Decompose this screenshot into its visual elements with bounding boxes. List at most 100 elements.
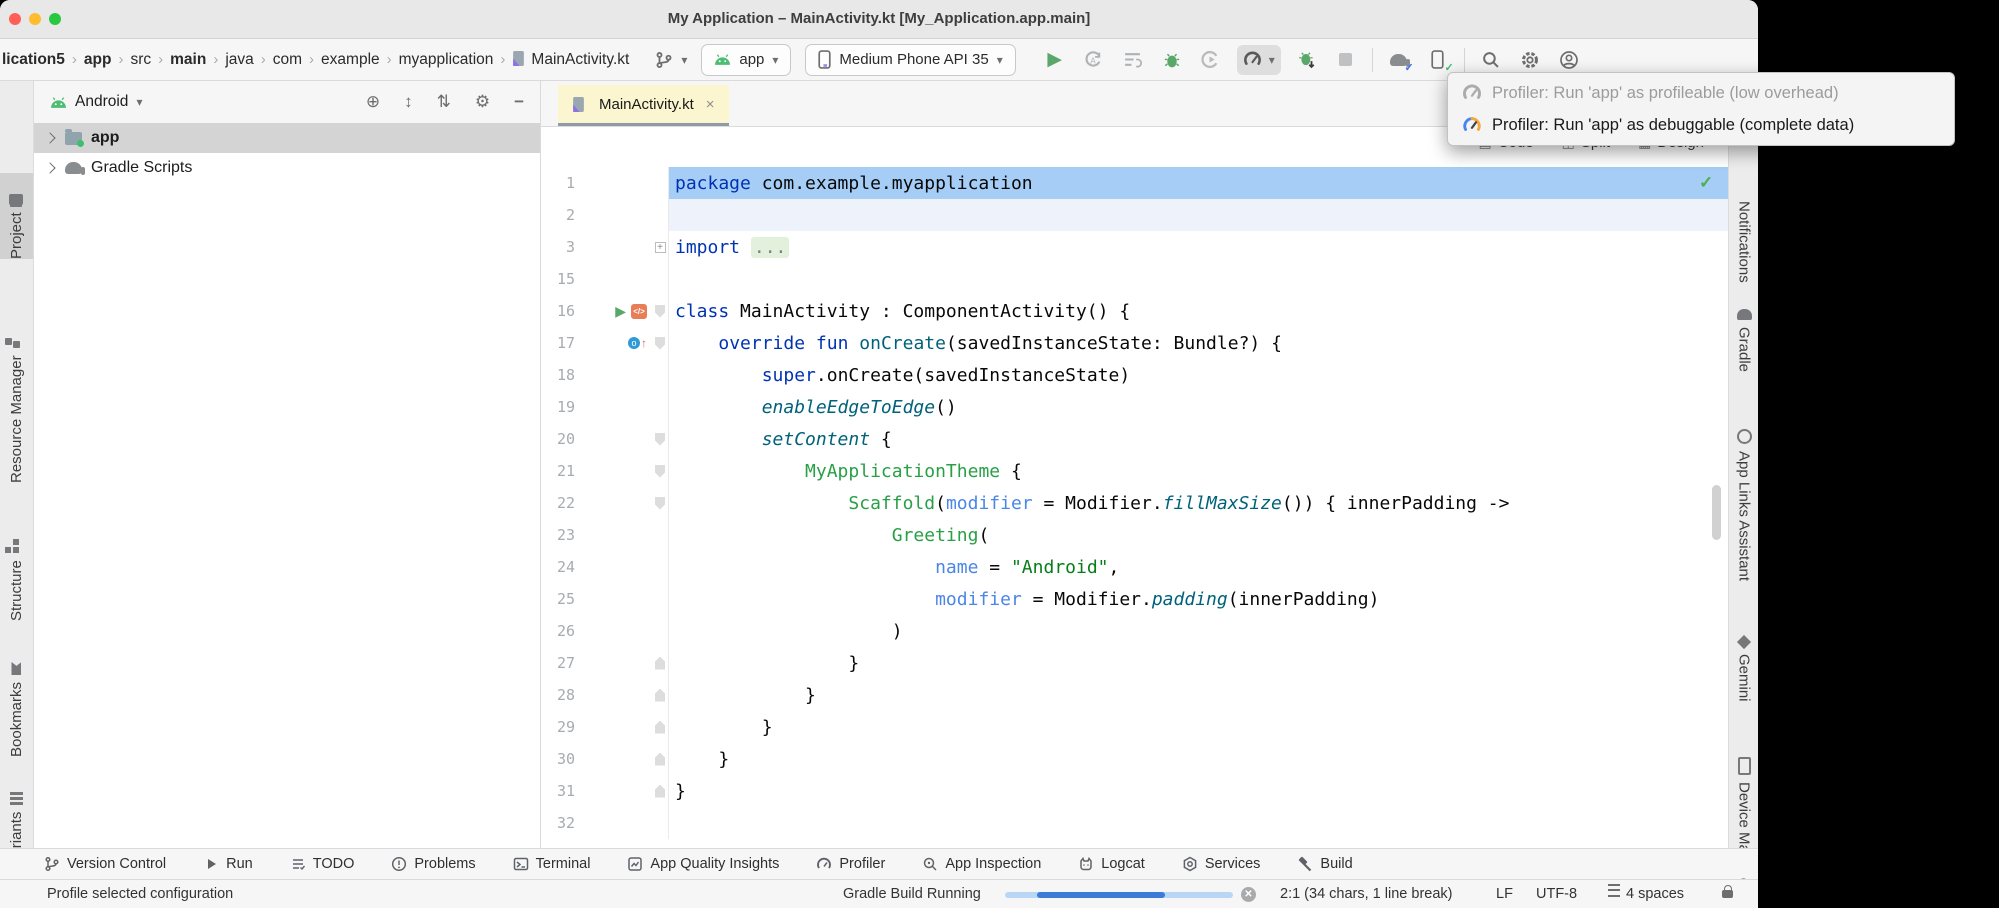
tool-window-button-app-quality-insights[interactable]: App Quality Insights <box>627 856 779 872</box>
profiler-split-button[interactable]: ▾ <box>1237 45 1281 75</box>
code-text[interactable]: Scaffold(modifier = Modifier.fillMaxSize… <box>668 487 1728 519</box>
search-icon[interactable] <box>1478 47 1504 73</box>
code-line-21[interactable]: 21 MyApplicationTheme { <box>541 455 1728 487</box>
breadcrumb-item-app[interactable]: app <box>84 51 112 69</box>
fold-expand-icon[interactable]: + <box>655 242 666 253</box>
code-text[interactable]: enableEdgeToEdge() <box>668 391 1728 423</box>
code-text[interactable]: } <box>668 775 1728 807</box>
code-line-15[interactable]: 15 <box>541 263 1728 295</box>
fold-region[interactable] <box>652 689 668 702</box>
code-text[interactable]: ) <box>668 615 1728 647</box>
fold-region[interactable]: + <box>652 242 668 253</box>
tool-window-button-problems[interactable]: Problems <box>391 856 475 872</box>
code-line-17[interactable]: 17o↑ override fun onCreate(savedInstance… <box>541 327 1728 359</box>
fold-start-icon[interactable] <box>655 305 665 318</box>
hide-icon[interactable]: − <box>514 92 524 112</box>
line-ending[interactable]: LF <box>1496 880 1513 908</box>
code-line-24[interactable]: 24 name = "Android", <box>541 551 1728 583</box>
code-line-23[interactable]: 23 Greeting( <box>541 519 1728 551</box>
code-line-29[interactable]: 29 } <box>541 711 1728 743</box>
chevron-down-icon[interactable]: ▾ <box>136 95 142 109</box>
code-text[interactable]: setContent { <box>668 423 1728 455</box>
breadcrumb-item-java[interactable]: java <box>225 51 253 69</box>
fold-region[interactable] <box>652 497 668 510</box>
sidebar-item-structure[interactable]: Structure <box>0 509 33 621</box>
code-line-16[interactable]: 16▶</>class MainActivity : ComponentActi… <box>541 295 1728 327</box>
write-access-lock-icon[interactable] <box>1722 880 1733 908</box>
sidebar-item-gemini[interactable]: Gemini <box>1729 637 1758 727</box>
menu-item-profiler-debuggable[interactable]: Profiler: Run 'app' as debuggable (compl… <box>1448 109 1954 141</box>
profiler-dropdown-chevron[interactable]: ▾ <box>1266 53 1278 67</box>
code-text[interactable]: } <box>668 647 1728 679</box>
tool-window-button-logcat[interactable]: Logcat <box>1078 856 1145 872</box>
code-line-22[interactable]: 22 Scaffold(modifier = Modifier.fillMaxS… <box>541 487 1728 519</box>
sidebar-item-app-links-assistant[interactable]: App Links Assistant <box>1729 429 1758 615</box>
expand-all-icon[interactable]: ↕ <box>404 92 413 112</box>
code-line-1[interactable]: 1package com.example.myapplication <box>541 167 1728 199</box>
tool-window-button-services[interactable]: Services <box>1182 856 1261 872</box>
code-line-20[interactable]: 20 setContent { <box>541 423 1728 455</box>
code-text[interactable]: class MainActivity : ComponentActivity()… <box>668 295 1728 327</box>
sidebar-item-bookmarks[interactable]: Bookmarks <box>0 629 33 757</box>
breadcrumb-item-lication5[interactable]: lication5 <box>2 51 65 69</box>
attach-debugger-icon[interactable] <box>1294 47 1320 73</box>
device-select[interactable]: Medium Phone API 35 ▾ <box>805 44 1015 76</box>
fold-region[interactable] <box>652 305 668 318</box>
locate-icon[interactable]: ⊕ <box>366 92 380 112</box>
code-text[interactable]: Greeting( <box>668 519 1728 551</box>
fold-region[interactable] <box>652 465 668 478</box>
settings-icon[interactable]: ⚙ <box>475 92 490 112</box>
code-line-19[interactable]: 19 enableEdgeToEdge() <box>541 391 1728 423</box>
code-line-28[interactable]: 28 } <box>541 679 1728 711</box>
menu-item-profiler-profileable[interactable]: Profiler: Run 'app' as profileable (low … <box>1448 77 1954 109</box>
settings-icon[interactable] <box>1517 47 1543 73</box>
tree-item-app[interactable]: app <box>34 123 540 153</box>
breadcrumb-item-mainactivity-kt[interactable]: MainActivity.kt <box>512 51 629 69</box>
tool-window-button-todo[interactable]: TODO <box>290 856 355 872</box>
code-text[interactable] <box>668 807 1728 839</box>
chevron-right-icon[interactable] <box>44 132 55 143</box>
inspections-ok-icon[interactable]: ✓ <box>1699 173 1713 193</box>
vcs-dropdown-chevron[interactable]: ▾ <box>681 53 687 67</box>
run-configuration-select[interactable]: app ▾ <box>701 44 791 76</box>
account-icon[interactable] <box>1556 47 1582 73</box>
code-text[interactable]: } <box>668 743 1728 775</box>
sync-gradle-icon[interactable]: ✓ <box>1386 47 1412 73</box>
tool-window-button-run[interactable]: Run <box>203 856 253 872</box>
fold-region[interactable] <box>652 785 668 798</box>
code-text[interactable]: MyApplicationTheme { <box>668 455 1728 487</box>
code-text[interactable] <box>668 263 1728 295</box>
fold-end-icon[interactable] <box>655 753 665 766</box>
code-text[interactable] <box>668 199 1728 231</box>
sidebar-item-gradle[interactable]: Gradle <box>1729 309 1758 393</box>
device-manager-icon[interactable]: ✓ <box>1425 47 1451 73</box>
breadcrumb-item-myapplication[interactable]: myapplication <box>399 51 494 69</box>
tool-window-button-profiler[interactable]: Profiler <box>816 856 885 872</box>
debug-icon[interactable] <box>1159 47 1185 73</box>
collapse-all-icon[interactable]: ⇅ <box>437 92 451 112</box>
code-line-25[interactable]: 25 modifier = Modifier.padding(innerPadd… <box>541 583 1728 615</box>
tool-window-button-app-inspection[interactable]: App Inspection <box>922 856 1041 872</box>
code-line-18[interactable]: 18 super.onCreate(savedInstanceState) <box>541 359 1728 391</box>
code-line-26[interactable]: 26 ) <box>541 615 1728 647</box>
code-text[interactable]: } <box>668 679 1728 711</box>
apply-changes-icon[interactable]: A <box>1081 47 1107 73</box>
fold-start-icon[interactable] <box>655 337 665 350</box>
code-text[interactable]: package com.example.myapplication <box>668 167 1728 199</box>
code-area[interactable]: 1package com.example.myapplication23+imp… <box>541 167 1728 839</box>
sidebar-item-notifications[interactable]: Notifications <box>1729 201 1758 301</box>
code-text[interactable]: } <box>668 711 1728 743</box>
override-gutter-icon[interactable]: o↑ <box>628 337 647 349</box>
tool-window-button-version-control[interactable]: Version Control <box>44 856 166 872</box>
run-gutter-icon[interactable]: ▶ <box>615 304 626 318</box>
profiler-icon[interactable] <box>1240 47 1266 73</box>
fold-start-icon[interactable] <box>655 433 665 446</box>
apply-code-changes-icon[interactable] <box>1120 47 1146 73</box>
tree-item-gradle-scripts[interactable]: Gradle Scripts <box>34 153 540 183</box>
code-line-30[interactable]: 30 } <box>541 743 1728 775</box>
close-tab-icon[interactable]: × <box>706 96 715 113</box>
breadcrumb-item-com[interactable]: com <box>273 51 302 69</box>
fold-end-icon[interactable] <box>655 689 665 702</box>
compose-preview-gutter-icon[interactable]: </> <box>631 304 647 319</box>
code-text[interactable]: modifier = Modifier.padding(innerPadding… <box>668 583 1728 615</box>
